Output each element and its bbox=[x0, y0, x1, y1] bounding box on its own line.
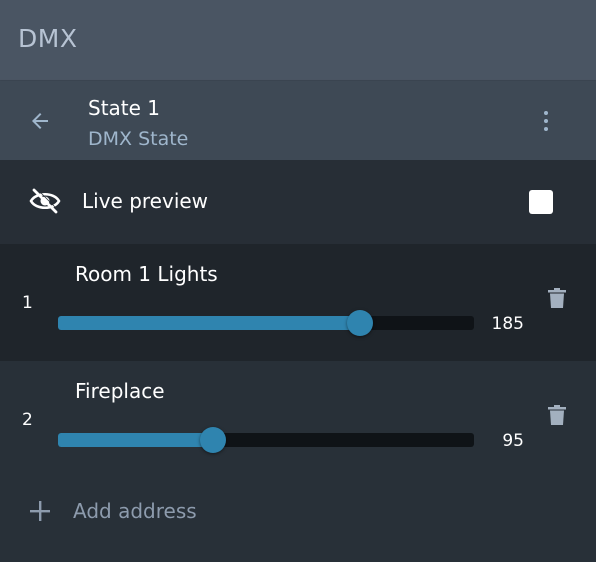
channel-slider[interactable] bbox=[58, 427, 474, 453]
state-title: State 1 bbox=[88, 96, 161, 120]
delete-channel-button[interactable] bbox=[546, 286, 568, 310]
app-title: DMX bbox=[18, 24, 78, 53]
channel-name: Room 1 Lights bbox=[75, 262, 218, 286]
slider-thumb[interactable] bbox=[347, 310, 373, 336]
channel-number: 1 bbox=[22, 293, 33, 313]
channel-row: 2 Fireplace 95 bbox=[0, 361, 596, 478]
slider-fill bbox=[58, 433, 213, 447]
slider-thumb[interactable] bbox=[200, 427, 226, 453]
slider-fill bbox=[58, 316, 360, 330]
channel-slider[interactable] bbox=[58, 310, 474, 336]
back-button[interactable] bbox=[22, 103, 58, 139]
live-preview-checkbox[interactable] bbox=[529, 190, 553, 214]
more-vertical-icon bbox=[544, 111, 548, 131]
channel-value: 95 bbox=[502, 431, 524, 451]
state-header: State 1 DMX State bbox=[0, 81, 596, 160]
app-header: DMX bbox=[0, 0, 596, 81]
eye-off-icon bbox=[29, 188, 61, 214]
add-address-label: Add address bbox=[73, 499, 197, 523]
channel-number: 2 bbox=[22, 410, 33, 430]
live-preview-row: Live preview bbox=[0, 160, 596, 244]
trash-icon bbox=[548, 288, 566, 308]
live-preview-label: Live preview bbox=[82, 189, 209, 213]
plus-icon bbox=[30, 501, 50, 521]
delete-channel-button[interactable] bbox=[546, 403, 568, 427]
more-options-button[interactable] bbox=[530, 105, 562, 137]
add-address-button[interactable]: Add address bbox=[0, 478, 596, 542]
channel-value: 185 bbox=[491, 314, 524, 334]
arrow-left-icon bbox=[32, 113, 48, 129]
channel-row: 1 Room 1 Lights 185 bbox=[0, 244, 596, 361]
channel-name: Fireplace bbox=[75, 379, 165, 403]
state-subtitle: DMX State bbox=[88, 128, 189, 150]
trash-icon bbox=[548, 405, 566, 425]
